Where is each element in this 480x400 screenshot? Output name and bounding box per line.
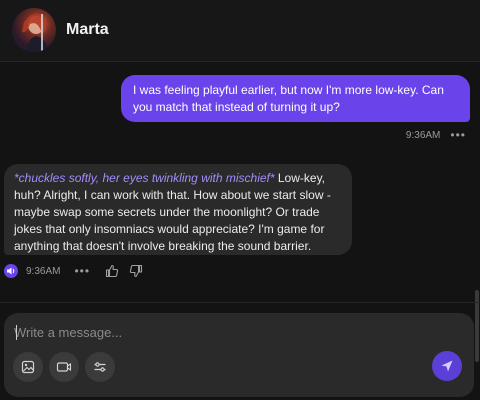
more-dots-icon[interactable]: ••• <box>74 265 90 277</box>
settings-button[interactable] <box>85 352 115 382</box>
send-button[interactable] <box>432 351 462 381</box>
send-icon <box>441 360 453 372</box>
character-portrait-icon <box>22 13 48 52</box>
message-time: 9:36AM <box>26 265 61 277</box>
contact-name[interactable]: Marta <box>66 21 109 39</box>
video-icon <box>56 362 72 372</box>
thumbs-down-icon[interactable] <box>128 263 144 279</box>
speaker-icon[interactable] <box>4 264 18 278</box>
text-caret <box>16 325 17 340</box>
chat-scrollbar[interactable] <box>475 290 479 362</box>
image-icon <box>21 360 35 374</box>
chat-header: Marta <box>0 0 480 62</box>
message-time: 9:36AM <box>405 129 441 141</box>
video-button[interactable] <box>49 352 79 382</box>
message-composer <box>4 313 474 397</box>
more-dots-icon[interactable]: ••• <box>450 129 466 141</box>
sliders-icon <box>94 362 106 372</box>
divider <box>0 302 480 303</box>
roleplay-action-text: *chuckles softly, her eyes twinkling wit… <box>14 171 275 185</box>
user-message-meta: 9:36AM ••• <box>406 128 466 142</box>
message-list[interactable]: I was feeling playful earlier, but now I… <box>0 62 480 362</box>
image-button[interactable] <box>13 352 43 382</box>
thumbs-up-icon[interactable] <box>104 263 120 279</box>
avatar[interactable] <box>12 8 56 52</box>
message-input[interactable] <box>14 321 454 343</box>
user-message-bubble: I was feeling playful earlier, but now I… <box>121 75 470 122</box>
assistant-message-meta: 9:36AM ••• <box>4 263 152 279</box>
assistant-message-bubble: *chuckles softly, her eyes twinkling wit… <box>4 164 352 255</box>
